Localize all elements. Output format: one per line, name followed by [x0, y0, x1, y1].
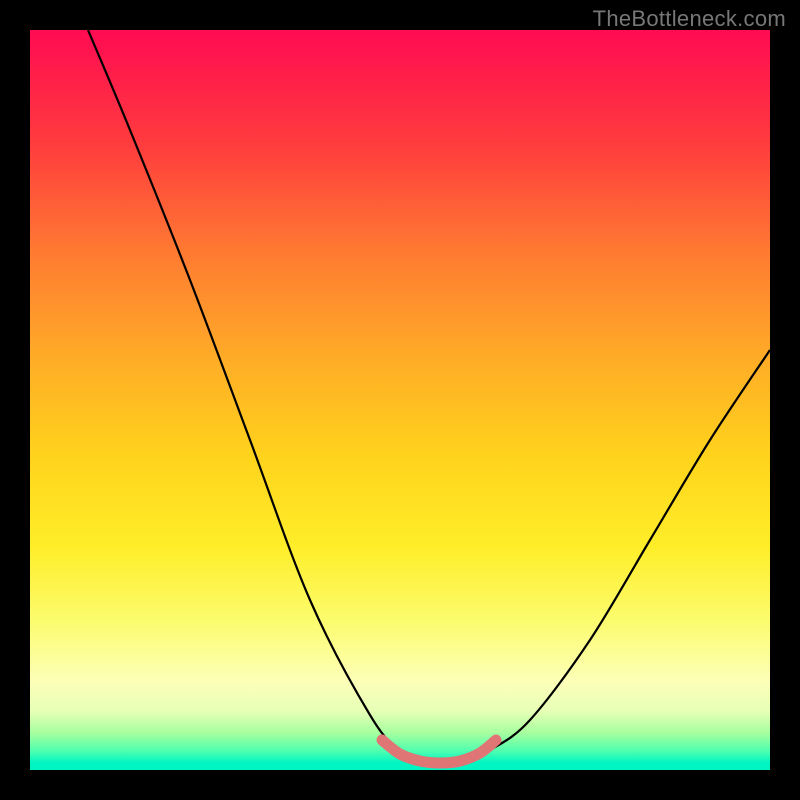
plot-area: [30, 30, 770, 770]
optimal-range-highlight: [382, 740, 496, 763]
chart-frame: TheBottleneck.com: [0, 0, 800, 800]
bottleneck-curve: [88, 30, 770, 764]
curve-svg: [30, 30, 770, 770]
watermark-text: TheBottleneck.com: [593, 6, 786, 32]
